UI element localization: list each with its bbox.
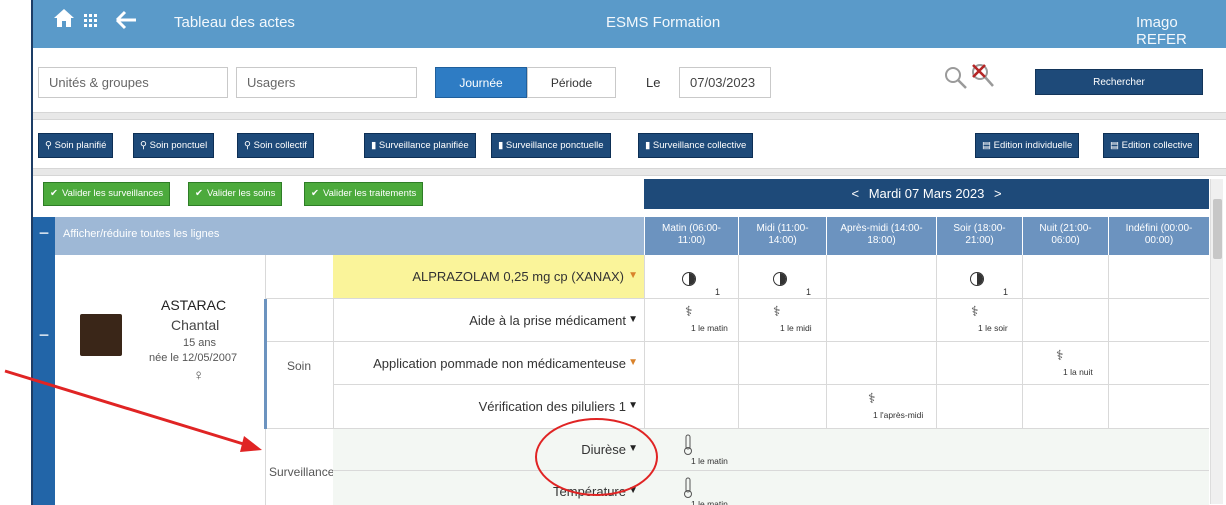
half-tablet-icon[interactable]: [773, 272, 787, 286]
half-tablet-icon[interactable]: [682, 272, 696, 286]
stethoscope-icon[interactable]: ⚕: [773, 303, 781, 320]
column-evening: Soir (18:00- 21:00): [936, 217, 1022, 255]
users-input[interactable]: Usagers: [236, 67, 417, 98]
back-arrow-icon[interactable]: [115, 10, 137, 33]
toggle-all-label: Afficher/réduire toutes les lignes: [63, 228, 220, 240]
patient-first-name: Chantal: [171, 317, 220, 333]
date-navigator: < Mardi 07 Mars 2023 >: [644, 179, 1209, 209]
care-group-label: Soin: [287, 359, 312, 373]
vertical-scrollbar[interactable]: [1210, 179, 1223, 504]
stethoscope-icon[interactable]: ⚕: [685, 303, 693, 320]
punctual-monitoring-button[interactable]: ▮ Surveillance ponctuelle: [491, 133, 611, 158]
apps-grid-icon[interactable]: [84, 14, 98, 31]
patient-last-name: ASTARAC: [161, 297, 227, 313]
user-name[interactable]: Imago REFER: [1136, 14, 1226, 48]
period-mode-button[interactable]: Période: [527, 67, 616, 98]
validate-care-button[interactable]: ✔ Valider les soins: [188, 182, 283, 206]
patient-age: 15 ans: [183, 337, 217, 349]
action-toolbar: ⚲ Soin planifié ⚲ Soin ponctuel ⚲ Soin c…: [33, 121, 1226, 169]
collapse-all-icon[interactable]: −: [33, 217, 55, 255]
units-groups-input[interactable]: Unités & groupes: [38, 67, 228, 98]
table-row[interactable]: Aide à la prise médicament ▼: [267, 299, 1209, 342]
date-label: Le: [646, 75, 661, 90]
chevron-down-icon[interactable]: ▼: [628, 270, 638, 281]
home-icon[interactable]: [53, 8, 75, 34]
column-undefined: Indéfini (00:00- 00:00): [1108, 217, 1209, 255]
validate-monitoring-button[interactable]: ✔ Valider les surveillances: [43, 182, 171, 206]
validate-treatments-button[interactable]: ✔ Valider les traitements: [304, 182, 424, 206]
day-mode-button[interactable]: Journée: [435, 67, 527, 98]
next-day-button[interactable]: >: [994, 186, 1002, 201]
current-date: Mardi 07 Mars 2023: [868, 186, 985, 201]
clear-search-icon[interactable]: [970, 62, 996, 93]
table-row[interactable]: Application pommade non médicamenteuse ▼: [333, 342, 1209, 385]
chevron-down-icon[interactable]: ▼: [628, 400, 638, 411]
table-row[interactable]: Température ▼: [333, 471, 1209, 505]
table-row[interactable]: ALPRAZOLAM 0,25 mg cp (XANAX) ▼: [333, 255, 644, 299]
establishment-title: ESMS Formation: [606, 14, 721, 31]
column-night: Nuit (21:00- 06:00): [1022, 217, 1108, 255]
table-row[interactable]: Vérification des piluliers 1 ▼: [267, 385, 1209, 429]
collective-print-button[interactable]: ▤ Edition collective: [1103, 133, 1200, 158]
half-tablet-icon[interactable]: [970, 272, 984, 286]
module-title: Tableau des actes: [174, 14, 295, 31]
date-input[interactable]: 07/03/2023: [679, 67, 771, 98]
collective-monitoring-button[interactable]: ▮ Surveillance collective: [638, 133, 754, 158]
monitoring-group-label: Surveillance: [269, 465, 335, 479]
patient-photo: [80, 314, 122, 356]
search-icon[interactable]: [944, 66, 968, 93]
chevron-down-icon[interactable]: ▼: [628, 314, 638, 325]
collective-care-button[interactable]: ⚲ Soin collectif: [237, 133, 314, 158]
stethoscope-icon[interactable]: ⚕: [971, 303, 979, 320]
annotation-arrow: [4, 369, 262, 452]
divider: [33, 112, 1226, 120]
planned-monitoring-button[interactable]: ▮ Surveillance planifiée: [364, 133, 476, 158]
divider: [644, 255, 1209, 299]
stethoscope-icon[interactable]: ⚕: [868, 390, 876, 407]
table-row[interactable]: Diurèse ▼: [333, 429, 1209, 471]
search-bar: Unités & groupes Usagers Journée Période…: [33, 48, 1226, 112]
divider: [265, 255, 333, 299]
column-noon: Midi (11:00- 14:00): [738, 217, 826, 255]
search-button[interactable]: Rechercher: [1035, 69, 1203, 95]
stethoscope-icon[interactable]: ⚕: [1056, 347, 1064, 364]
chevron-down-icon[interactable]: ▼: [628, 357, 638, 368]
previous-day-button[interactable]: <: [851, 186, 859, 201]
column-afternoon: Après-midi (14:00- 18:00): [826, 217, 936, 255]
annotation-circle: [535, 418, 658, 496]
individual-print-button[interactable]: ▤ Edition individuelle: [975, 133, 1080, 158]
patient-birthdate: née le 12/05/2007: [149, 352, 238, 364]
title-bar: Tableau des actes ESMS Formation Imago R…: [33, 0, 1226, 48]
punctual-care-button[interactable]: ⚲ Soin ponctuel: [133, 133, 215, 158]
divider: [33, 168, 1226, 176]
column-morning: Matin (06:00- 11:00): [644, 217, 738, 255]
scroll-thumb[interactable]: [1213, 199, 1222, 259]
planned-care-button[interactable]: ⚲ Soin planifié: [38, 133, 114, 158]
